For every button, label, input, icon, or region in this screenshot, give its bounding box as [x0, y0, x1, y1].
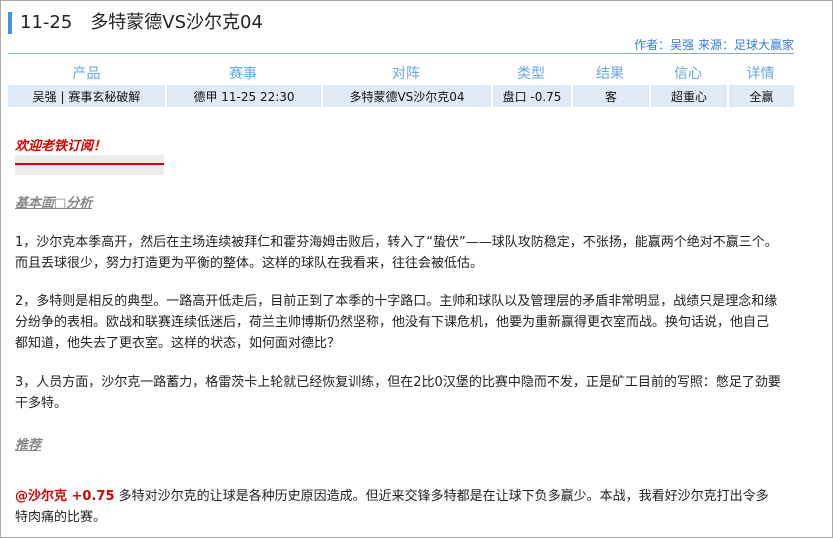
table-header-row: 产品 赛事 对阵 类型 结果 信心 详情 [8, 61, 794, 85]
pick-table: 产品 赛事 对阵 类型 结果 信心 详情 吴强 | 赛事玄秘破解 德甲 11-2… [8, 61, 794, 107]
match-date: 11-25 [20, 12, 73, 33]
header-divider [8, 53, 794, 54]
column-header: 结果 [596, 66, 624, 82]
cell-matchup: 多特蒙德VS沙尔克04 [321, 85, 491, 107]
cell-product: 吴强 | 赛事玄秘破解 [8, 85, 165, 107]
paragraph-1: 1，沙尔克本季高开，然后在主场连续被拜仁和霍芬海姆击败后，转入了“蛰伏”——球队… [15, 235, 778, 271]
welcome-underline [15, 155, 164, 175]
pick-text: 多特对沙尔克的让球是各种历史原因造成。但近来交锋多特都是在让球下负多赢少。本战，… [15, 489, 769, 525]
article-panel: 11-25 多特蒙德VS沙尔克04 作者：吴强 来源：足球大赢家 产品 赛事 对阵… [0, 0, 833, 538]
match-name: 多特蒙德VS沙尔克04 [90, 12, 263, 33]
column-header: 赛事 [229, 66, 257, 82]
pick-team: @沙尔克 +0.75 [15, 489, 115, 504]
column-header: 类型 [517, 66, 545, 82]
table-row: 吴强 | 赛事玄秘破解 德甲 11-25 22:30 多特蒙德VS沙尔克04 盘… [8, 85, 794, 107]
cell-type: 盘口 -0.75 [491, 85, 571, 107]
cell-result: 客 [571, 85, 649, 107]
cell-confidence: 超重心 [649, 85, 727, 107]
analysis-heading: 基本面□分析 [15, 196, 93, 211]
author-source: 作者：吴强 来源：足球大赢家 [634, 38, 794, 52]
cell-event: 德甲 11-25 22:30 [165, 85, 321, 107]
recommendation-paragraph: @沙尔克 +0.75 多特对沙尔克的让球是各种历史原因造成。但近来交锋多特都是在… [15, 486, 781, 528]
column-header: 详情 [746, 66, 775, 82]
column-header: 产品 [72, 66, 101, 82]
paragraph-3: 3，人员方面，沙尔克一路蓄力，格雷茨卡上轮就已经恢复训练，但在2比0汉堡的比赛中… [15, 375, 781, 411]
match-title: 11-25 多特蒙德VS沙尔克04 [8, 12, 263, 34]
welcome-text: 欢迎老铁订阅！ [15, 139, 107, 154]
recommend-heading: 推荐 [15, 438, 42, 453]
column-header: 对阵 [392, 66, 420, 82]
column-header: 信心 [674, 66, 702, 82]
cell-detail: 全赢 [727, 85, 794, 107]
paragraph-2: 2，多特则是相反的典型。一路高开低走后，目前正到了本季的十字路口。主帅和球队以及… [15, 294, 778, 351]
